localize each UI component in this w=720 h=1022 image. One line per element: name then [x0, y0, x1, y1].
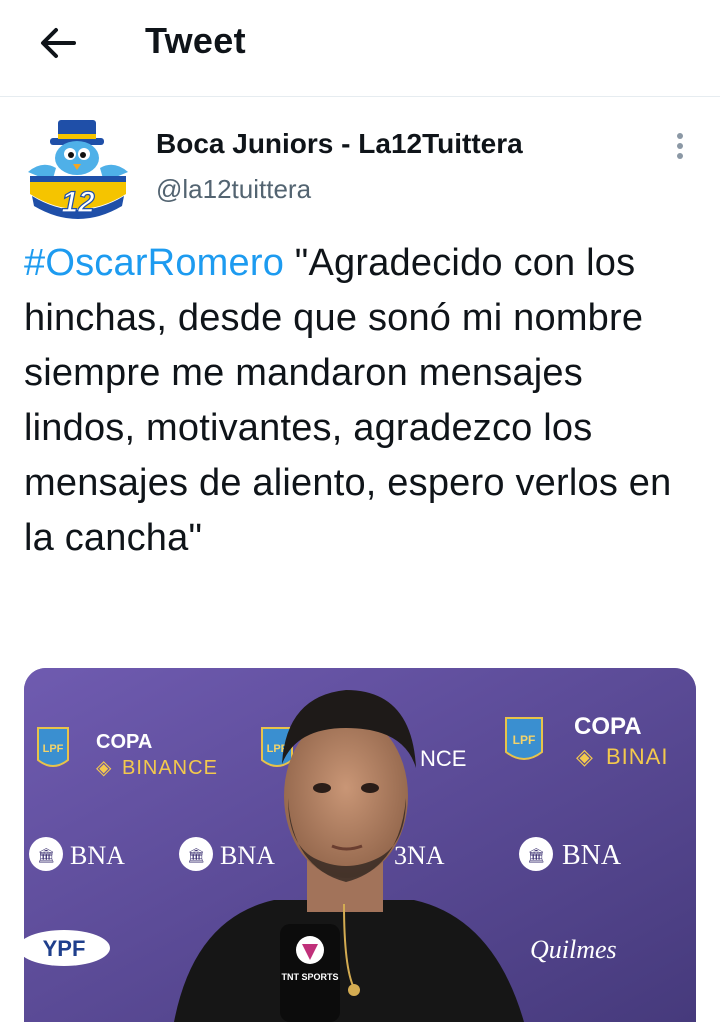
lpf-logo: LPF [37, 727, 69, 767]
bna-logo: 🏛 BNA [29, 837, 125, 871]
svg-text:LPF: LPF [43, 743, 64, 755]
svg-text:🏛: 🏛 [187, 847, 205, 863]
copa-text: COPA [96, 731, 152, 753]
hashtag-link[interactable]: #OscarRomero [24, 242, 284, 284]
copa-text: COPA [574, 713, 642, 740]
avatar[interactable]: 12 [22, 112, 134, 224]
binance-text: BINANCE [122, 757, 218, 779]
svg-text:BNA: BNA [70, 841, 125, 870]
svg-text:BNA: BNA [220, 841, 275, 870]
binance-diamond-icon: ◈ [96, 757, 112, 779]
back-button[interactable] [30, 18, 86, 68]
more-options-button[interactable] [662, 128, 698, 164]
author-display-name[interactable]: Boca Juniors - La12Tuittera [156, 128, 523, 160]
tweet-media-image[interactable]: LPF LPF LPF COPA BINANCE ◈ NCE COPA ◈ BI… [24, 668, 696, 1022]
binance-partial-text: NCE [420, 746, 466, 771]
svg-text:BNA: BNA [562, 840, 622, 871]
svg-text:🏛: 🏛 [37, 847, 55, 863]
arrow-left-icon [41, 28, 76, 58]
top-bar: Tweet [0, 0, 720, 97]
tweet-body-text: "Agradecido con los hinchas, desde que s… [24, 242, 672, 559]
binance-diamond-icon: ◈ [576, 744, 593, 769]
svg-text:LPF: LPF [513, 733, 536, 747]
bna-logo: 🏛 BNA [179, 837, 275, 871]
page-title: Tweet [145, 20, 246, 61]
svg-text:🏛: 🏛 [527, 847, 545, 863]
tweet-author: 12 Boca Juniors - La12Tuittera @la12tuit… [0, 98, 720, 224]
quilmes-logo: Quilmes [530, 935, 617, 964]
bna-partial-text: 3NA [394, 841, 445, 870]
avatar-number: 12 [61, 186, 95, 219]
microphone: TNT SPORTS [280, 924, 340, 1022]
bna-logo: 🏛 BNA [519, 837, 622, 871]
author-handle[interactable]: @la12tuittera [156, 174, 311, 205]
more-vertical-icon [677, 133, 683, 159]
binance-text: BINAI [606, 744, 668, 769]
tweet-text: #OscarRomero "Agradecido con los hinchas… [24, 236, 704, 566]
lpf-logo: LPF [505, 717, 543, 760]
svg-text:TNT SPORTS: TNT SPORTS [281, 972, 338, 982]
svg-text:YPF: YPF [43, 936, 86, 961]
